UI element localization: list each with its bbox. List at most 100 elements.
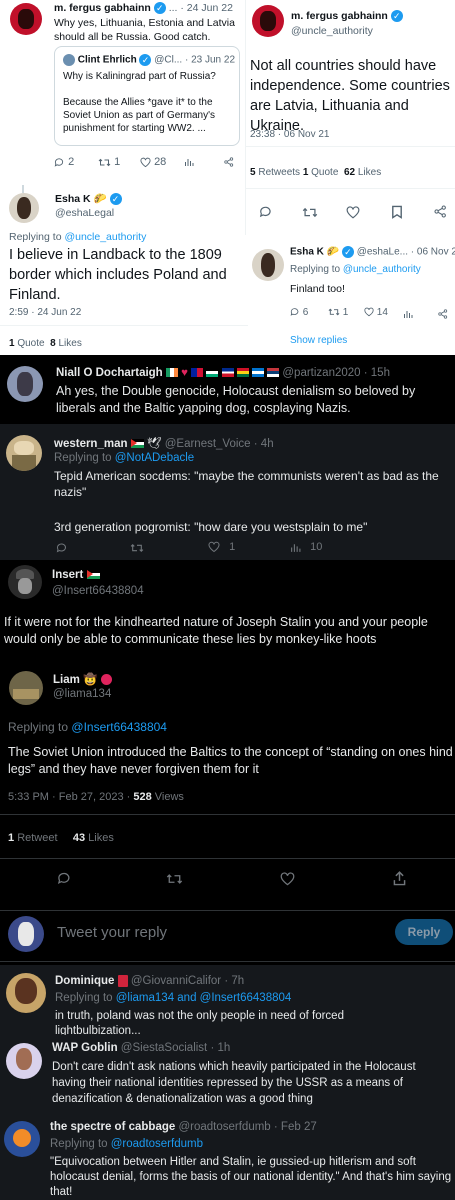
author-handle[interactable]: @partizan2020 — [282, 367, 360, 379]
quoted-avatar — [63, 54, 75, 66]
share-icon[interactable] — [392, 870, 407, 886]
retweet-icon[interactable] — [302, 206, 318, 219]
analytics-icon[interactable] — [403, 309, 413, 319]
avatar[interactable] — [252, 249, 284, 281]
reply-button[interactable]: Reply — [395, 919, 453, 945]
author-name[interactable]: Niall O Dochartaigh — [56, 367, 163, 379]
replying-label: Replying to — [55, 992, 113, 1004]
quoted-handle: @Cl... — [154, 54, 183, 66]
reply-action[interactable]: 6 — [290, 307, 308, 318]
like-action[interactable]: 14 — [364, 307, 388, 318]
tweet-esha-left[interactable]: Esha K 🌮 ✓ @eshaLegal Replying to @uncle… — [0, 185, 248, 355]
author-handle[interactable]: @Insert66438804 — [52, 585, 144, 597]
author-name[interactable]: WAP Goblin — [52, 1042, 118, 1054]
emoji-icon: 🌮 — [326, 246, 340, 258]
author-name[interactable]: the spectre of cabbage — [50, 1121, 175, 1133]
retweets-stat[interactable]: 1 Retweet — [8, 832, 58, 844]
bookmark-icon[interactable] — [391, 205, 403, 219]
author-handle[interactable]: @roadtoserfdumb — [178, 1121, 270, 1133]
views-count: 10 — [310, 541, 323, 553]
author-handle[interactable]: @SiestaSocialist — [121, 1042, 207, 1054]
tweet-wap-goblin[interactable]: WAP Goblin @SiestaSocialist · 1h Don't c… — [0, 1035, 455, 1115]
avatar[interactable] — [8, 565, 42, 599]
replying-to-link[interactable]: @NotADebacle — [115, 452, 194, 464]
author-name[interactable]: western_man — [54, 438, 128, 450]
author-handle[interactable]: @liama134 — [53, 688, 111, 700]
reply-icon[interactable] — [56, 542, 68, 554]
share-icon[interactable] — [224, 157, 234, 167]
likes-stat[interactable]: 62 Likes — [341, 167, 381, 178]
reply-action[interactable]: 2 — [54, 156, 74, 168]
analytics-icon[interactable] — [184, 157, 194, 167]
share-icon[interactable] — [438, 309, 448, 319]
tweet-spectre[interactable]: the spectre of cabbage @roadtoserfdumb ·… — [0, 1115, 455, 1200]
replying-to-link[interactable]: @uncle_authority — [64, 231, 146, 243]
quote-stat[interactable]: 1 Quote — [9, 338, 45, 349]
author-handle[interactable]: @uncle_authority — [291, 25, 373, 37]
quote-stat[interactable]: 1 Quote — [303, 167, 339, 178]
author-handle[interactable]: @Earnest_Voice — [165, 438, 251, 450]
tweet-timestamp[interactable]: 2:59 · 24 Jun 22 — [9, 307, 81, 318]
reply-icon[interactable] — [259, 205, 273, 219]
likes-stat[interactable]: 43 Likes — [73, 832, 114, 844]
like-action[interactable]: 1 — [208, 541, 235, 553]
tweet-timestamp[interactable]: 5:33 PM · Feb 27, 2023 · — [8, 791, 130, 803]
reply-icon — [54, 157, 64, 167]
quoted-text-2: Because the Allies *gave it* to the Sovi… — [63, 97, 215, 134]
author-name[interactable]: Esha K — [290, 247, 324, 258]
palestine-flag-icon — [86, 570, 100, 580]
replying-to-link[interactable]: @Insert66438804 — [71, 720, 167, 734]
quoted-tweet[interactable]: Clint Ehrlich ✓ @Cl... · 23 Jun 22 Why i… — [54, 46, 240, 146]
author-handle[interactable]: @eshaLe... — [357, 247, 408, 258]
retweets-stat[interactable]: 5 Retweets — [250, 167, 300, 178]
retweet-icon[interactable] — [130, 542, 144, 554]
author-handle[interactable]: @eshaLegal — [55, 207, 114, 219]
verified-badge-icon: ✓ — [390, 10, 403, 23]
retweet-action[interactable]: 1 — [328, 307, 348, 318]
like-action[interactable]: 28 — [140, 156, 166, 168]
tweet-text: Why yes, Lithuania, Estonia and Latvia s… — [54, 17, 235, 43]
retweet-icon[interactable] — [166, 872, 183, 886]
author-name[interactable]: m. fergus gabhainn — [54, 2, 151, 14]
heart-icon[interactable] — [280, 872, 295, 886]
tweet-timestamp[interactable]: 23:38 · 06 Nov 21 — [250, 129, 330, 140]
author-handle[interactable]: @GiovanniCalifor — [131, 975, 221, 987]
heart-icon[interactable] — [346, 206, 360, 219]
tweet-dominique[interactable]: Dominique @GiovanniCalifor · 7h Replying… — [0, 965, 455, 1035]
share-icon[interactable] — [434, 205, 447, 218]
avatar[interactable] — [7, 366, 43, 402]
tweet-text-1: Tepid American socdems: "maybe the commu… — [54, 469, 439, 499]
retweet-action[interactable]: 1 — [98, 156, 120, 168]
tweet-fergus-right[interactable]: m. fergus gabhainn ✓ @uncle_authority No… — [245, 0, 455, 235]
tweet-western-man[interactable]: western_man 🕊 @Earnest_Voice · 4h Replyi… — [0, 424, 455, 560]
tweet-insert[interactable]: Insert @Insert66438804 If it were not fo… — [0, 562, 455, 662]
likes-stat[interactable]: 8 Likes — [47, 338, 82, 349]
author-name[interactable]: Insert — [52, 569, 83, 581]
views-action[interactable]: 10 — [290, 541, 322, 553]
avatar[interactable] — [8, 916, 44, 952]
reply-icon[interactable] — [57, 871, 72, 886]
reply-count: 6 — [302, 307, 309, 318]
avatar[interactable] — [4, 1121, 40, 1157]
tweet-fergus-left[interactable]: m. fergus gabhainn ✓ ... · 24 Jun 22 Why… — [0, 0, 245, 185]
avatar[interactable] — [9, 193, 39, 223]
replying-to-link[interactable]: @liama134 and @Insert66438804 — [116, 992, 292, 1004]
author-name[interactable]: m. fergus gabhainn — [291, 10, 388, 22]
replying-to-link[interactable]: @roadtoserfdumb — [111, 1138, 203, 1150]
reply-input[interactable]: Tweet your reply — [57, 924, 167, 941]
replying-to-link[interactable]: @uncle_authority — [343, 264, 421, 275]
avatar[interactable] — [6, 1043, 42, 1079]
tweet-niall[interactable]: Niall O Dochartaigh ♥ @partizan2020 · 15… — [0, 358, 455, 424]
author-handle[interactable]: ... — [169, 2, 178, 14]
author-name[interactable]: Esha K — [55, 193, 91, 205]
show-replies-link[interactable]: Show replies — [290, 335, 347, 346]
tweet-liam[interactable]: Liam 🤠 @liama134 Replying to @Insert6643… — [0, 662, 455, 910]
avatar[interactable] — [6, 435, 42, 471]
author-name[interactable]: Liam — [53, 674, 80, 686]
avatar[interactable] — [252, 5, 284, 37]
avatar[interactable] — [10, 3, 42, 35]
avatar[interactable] — [9, 671, 43, 705]
avatar[interactable] — [6, 973, 46, 1013]
author-name[interactable]: Dominique — [55, 975, 114, 987]
tweet-esha-right[interactable]: Esha K 🌮 ✓ @eshaLe... · 06 Nov 21 Replyi… — [248, 235, 455, 355]
